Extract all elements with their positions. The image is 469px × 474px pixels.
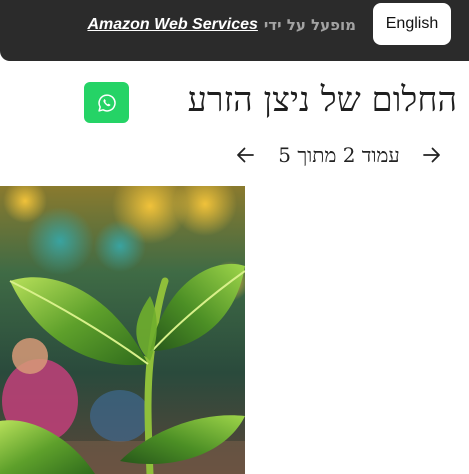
powered-by-label: מופעל על ידי xyxy=(263,16,356,34)
aws-link[interactable]: Amazon Web Services xyxy=(87,16,257,34)
powered-by: מופעל על ידי Amazon Web Services xyxy=(87,13,356,37)
whatsapp-share-button[interactable] xyxy=(84,82,129,123)
story-illustration xyxy=(0,186,245,474)
whatsapp-icon xyxy=(97,93,116,112)
next-page-button[interactable] xyxy=(420,140,444,170)
language-toggle-button[interactable]: English xyxy=(373,3,451,45)
arrow-left-icon xyxy=(237,147,254,163)
top-bar: English מופעל על ידי Amazon Web Services xyxy=(0,0,469,61)
arrow-right-icon xyxy=(423,147,440,163)
pagination: עמוד 2 מתוך 5 xyxy=(0,140,469,172)
title-row: החלום של ניצן הזרע xyxy=(0,76,469,128)
previous-page-button[interactable] xyxy=(233,140,257,170)
seedling-illustration xyxy=(0,186,245,474)
page-title: החלום של ניצן הזרע xyxy=(187,80,457,120)
page-indicator: עמוד 2 מתוך 5 xyxy=(278,143,400,167)
